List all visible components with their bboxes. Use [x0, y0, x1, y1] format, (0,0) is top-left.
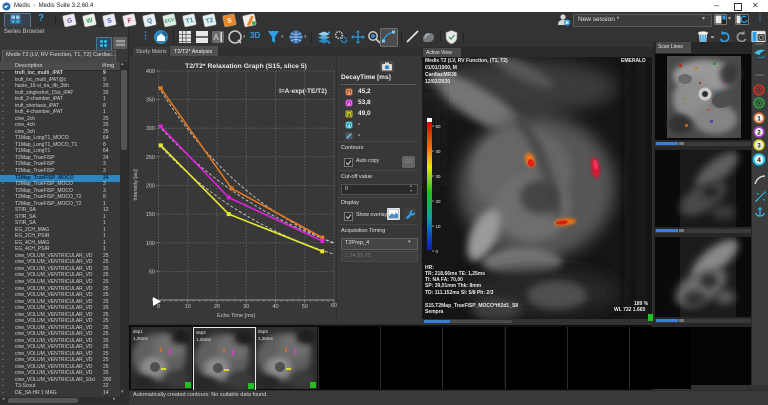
svg-text:40: 40: [436, 149, 442, 154]
svg-text:1,25ms: 1,25ms: [133, 336, 149, 341]
svg-text:150: 150: [146, 212, 155, 218]
svg-text:T2/T2* Relaxation Graph (S15,: T2/T2* Relaxation Graph (S15, slice 5): [185, 63, 307, 70]
svg-text:0: 0: [157, 304, 160, 310]
svg-text:Intensity [au]: Intensity [au]: [133, 169, 139, 201]
svg-text:I=A·exp(-TE/T2): I=A·exp(-TE/T2): [279, 88, 327, 95]
svg-text:250: 250: [146, 155, 155, 161]
svg-text:10: 10: [436, 224, 442, 229]
svg-text:1,25ms: 1,25ms: [196, 337, 212, 342]
svg-text:s5p1: s5p1: [133, 329, 143, 334]
svg-text:400: 400: [146, 69, 155, 75]
svg-text:4: 4: [757, 157, 761, 164]
svg-text:30: 30: [243, 304, 249, 310]
svg-text:s5p3: s5p3: [258, 329, 268, 334]
svg-text:20: 20: [436, 199, 442, 204]
svg-text:30: 30: [436, 174, 442, 179]
svg-text:50: 50: [436, 124, 442, 129]
svg-text:350: 350: [146, 98, 155, 104]
svg-text:300: 300: [146, 126, 155, 132]
svg-text:50: 50: [302, 304, 308, 310]
svg-text:Echo Time [ms]: Echo Time [ms]: [217, 313, 255, 319]
svg-text:A: A: [213, 33, 219, 42]
svg-text:20: 20: [214, 304, 220, 310]
svg-text:1,25ms: 1,25ms: [258, 336, 274, 341]
svg-text:200: 200: [146, 184, 155, 190]
svg-text:40: 40: [272, 304, 278, 310]
svg-text:s5p2: s5p2: [196, 330, 206, 335]
svg-text:50: 50: [149, 269, 155, 275]
svg-text:100: 100: [146, 241, 155, 247]
svg-text:0: 0: [436, 249, 439, 254]
svg-text:10: 10: [185, 304, 191, 310]
